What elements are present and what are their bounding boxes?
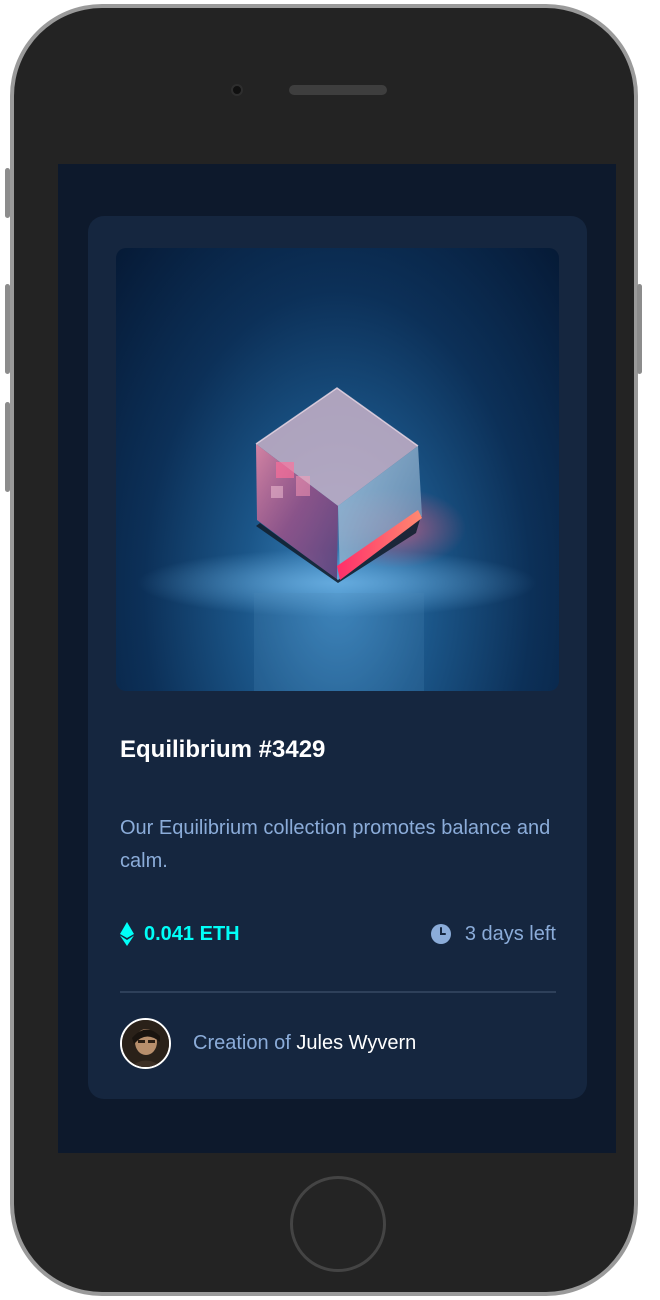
phone-screen: Equilibrium #3429 Our Equilibrium collec… (58, 164, 616, 1153)
power-button (637, 284, 642, 374)
creator-row: Creation of Jules Wyvern (120, 1017, 416, 1069)
mute-switch (5, 168, 10, 218)
nft-title[interactable]: Equilibrium #3429 (120, 736, 325, 764)
volume-up-button (5, 284, 10, 374)
creator-prefix: Creation of (193, 1031, 291, 1054)
front-camera (231, 84, 243, 96)
creator-avatar (120, 1017, 171, 1069)
divider (120, 991, 556, 993)
creator-name-link[interactable]: Jules Wyvern (296, 1032, 416, 1054)
phone-body: Equilibrium #3429 Our Equilibrium collec… (14, 8, 634, 1292)
volume-down-button (5, 402, 10, 492)
nft-description: Our Equilibrium collection promotes bala… (120, 817, 551, 872)
earpiece-speaker (289, 85, 387, 95)
ethereum-icon (120, 922, 134, 946)
nft-image[interactable] (116, 248, 559, 691)
creator-line: Creation of Jules Wyvern (193, 1032, 416, 1055)
home-button[interactable] (290, 1176, 386, 1272)
phone-frame: Equilibrium #3429 Our Equilibrium collec… (5, 4, 642, 1296)
price-row: 0.041 ETH 3 days left (120, 919, 556, 949)
price-value: 0.041 ETH (144, 922, 240, 945)
clock-icon (430, 924, 451, 944)
time-group: 3 days left (430, 922, 556, 946)
time-left: 3 days left (464, 922, 556, 945)
price-group: 0.041 ETH (120, 922, 240, 946)
nft-card: Equilibrium #3429 Our Equilibrium collec… (88, 216, 587, 1099)
